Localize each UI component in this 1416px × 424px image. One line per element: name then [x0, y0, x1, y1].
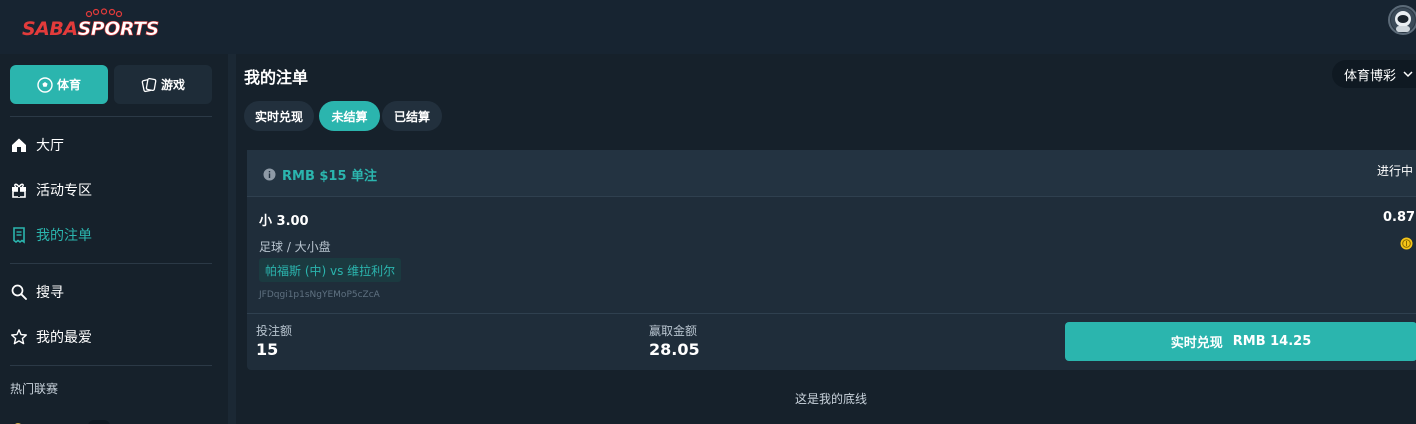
stake-label: 投注额: [256, 324, 293, 338]
sidebar-item-lobby[interactable]: 大厅: [10, 130, 220, 160]
win-amount-label: 赢取金额: [649, 324, 698, 338]
soccer-ball-icon: [37, 76, 53, 93]
sport-tab-sports[interactable]: 体育: [10, 65, 108, 104]
league-item-partial[interactable]: [10, 416, 130, 424]
bet-card-divider: [247, 313, 1416, 314]
sidebar-item-promotions[interactable]: 活动专区: [10, 175, 220, 205]
bet-card-header: RMB $15 单注 进行中: [247, 150, 1416, 197]
bet-stake-title: RMB $15 单注: [263, 165, 377, 184]
sidebar-item-label: 搜寻: [36, 285, 64, 301]
sport-tab-label: 体育: [56, 78, 81, 92]
product-dropdown[interactable]: 体育博彩: [1332, 60, 1416, 88]
end-of-list-note: 这是我的底线: [794, 392, 867, 406]
cashout-button[interactable]: 实时兑现 RMB 14.25: [1065, 322, 1416, 361]
sidebar: 体育 游戏 大厅 活动专区 我的注单 搜寻 我的最爱 热门联赛: [0, 54, 228, 424]
gift-icon: [12, 183, 26, 198]
sidebar-item-search[interactable]: 搜寻: [10, 277, 220, 307]
sport-tab-label: 游戏: [160, 78, 185, 92]
sidebar-divider: [10, 116, 212, 117]
star-icon: [11, 329, 27, 345]
sidebar-item-my-bets[interactable]: 我的注单: [10, 220, 220, 250]
sidebar-edge: [228, 54, 236, 424]
logo-wordmark: SABASPORTS: [22, 18, 160, 41]
bet-market: 足球 / 大小盘: [259, 240, 331, 254]
win-amount-value: 28.05: [649, 340, 700, 359]
sidebar-item-label: 我的最爱: [36, 330, 92, 346]
saba-sports-logo[interactable]: SABASPORTS: [22, 8, 172, 42]
tab-unsettled[interactable]: 未结算: [319, 101, 380, 131]
page-title: 我的注单: [244, 68, 309, 87]
stake-value: 15: [256, 340, 279, 359]
sidebar-item-label: 活动专区: [36, 183, 92, 199]
tab-settled[interactable]: 已结算: [382, 101, 442, 131]
coin-icon: [1400, 237, 1413, 250]
popular-leagues-heading: 热门联赛: [10, 382, 59, 396]
main-content: 我的注单 体育博彩 实时兑现 未结算 已结算 RMB $15 单注 进行中 小 …: [236, 54, 1416, 424]
astronaut-avatar-icon: [1391, 8, 1415, 32]
dropdown-label: 体育博彩: [1344, 68, 1397, 84]
sidebar-item-label: 大厅: [36, 138, 64, 154]
info-icon[interactable]: [263, 168, 276, 181]
sidebar-divider: [10, 365, 212, 366]
cards-icon: [141, 77, 157, 92]
cashout-amount: RMB 14.25: [1232, 334, 1312, 349]
bet-odds: 0.87: [1383, 210, 1416, 225]
match-name[interactable]: 帕福斯 (中) vs 维拉利尔: [259, 258, 402, 282]
receipt-icon: [13, 227, 25, 244]
sidebar-divider: [10, 263, 212, 264]
user-avatar[interactable]: [1388, 5, 1416, 35]
bet-id: JFDqgi1p1sNgYEMoP5cZcA: [259, 290, 380, 300]
top-bar: SABASPORTS: [0, 0, 1416, 54]
stake-title-text: RMB $15 单注: [282, 169, 378, 184]
logo-crown-icon: [85, 8, 123, 18]
sidebar-item-label: 我的注单: [36, 228, 92, 244]
bet-status: 进行中: [1377, 164, 1414, 178]
chevron-down-icon: [1403, 71, 1413, 78]
tab-cashout[interactable]: 实时兑现: [244, 101, 314, 131]
bet-selection: 小 3.00: [259, 214, 309, 229]
sidebar-item-favorites[interactable]: 我的最爱: [10, 322, 220, 352]
home-icon: [12, 138, 26, 152]
cashout-label: 实时兑现: [1170, 336, 1223, 351]
search-icon: [11, 284, 27, 300]
sport-tab-games[interactable]: 游戏: [114, 65, 212, 104]
bet-card: RMB $15 单注 进行中 小 3.00 0.87 足球 / 大小盘 帕福斯 …: [247, 150, 1416, 370]
